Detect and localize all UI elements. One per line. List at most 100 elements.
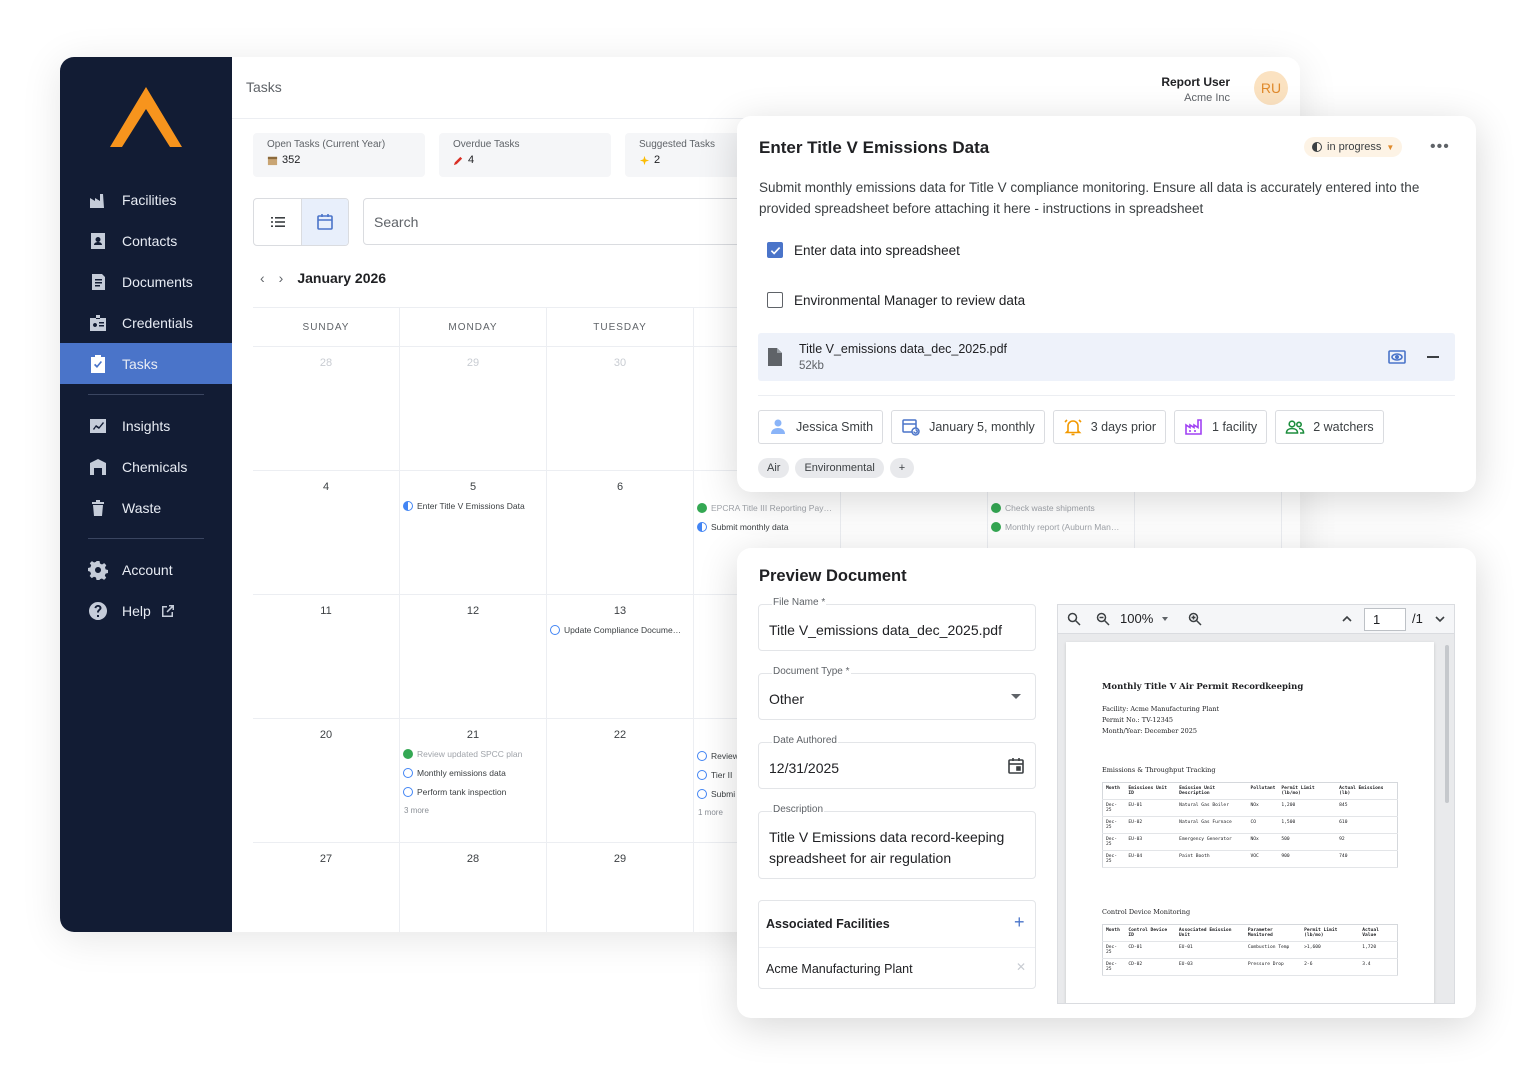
- sidebar-item-account[interactable]: Account: [60, 549, 232, 590]
- facility-chip[interactable]: 1 facility: [1174, 410, 1268, 444]
- sidebar-item-contacts[interactable]: Contacts: [60, 220, 232, 261]
- calendar-event[interactable]: Enter Title V Emissions Data: [403, 501, 546, 511]
- add-facility-icon[interactable]: +: [1014, 912, 1025, 933]
- calendar-day-cell[interactable]: 27: [253, 843, 400, 932]
- pdf-toolbar: 100% 1 /1: [1058, 605, 1454, 634]
- stats-bar: Open Tasks (Current Year) 352 Overdue Ta…: [253, 133, 797, 177]
- calendar-day-cell[interactable]: 29: [400, 347, 547, 470]
- date-authored-input[interactable]: 12/31/2025: [769, 758, 1024, 779]
- calendar-day-cell[interactable]: 28: [253, 347, 400, 470]
- tag-environmental[interactable]: Environmental: [795, 458, 884, 478]
- checkbox-unchecked[interactable]: [767, 292, 783, 308]
- date-authored-field[interactable]: Date Authored 12/31/2025: [758, 735, 1036, 789]
- zoom-in-icon[interactable]: [1188, 612, 1202, 626]
- checklist-item[interactable]: Enter data into spreadsheet: [767, 242, 960, 258]
- avatar[interactable]: RU: [1254, 71, 1288, 105]
- assignee-chip[interactable]: Jessica Smith: [758, 410, 884, 444]
- task-status-icon: [697, 503, 707, 513]
- calendar-event[interactable]: Monthly report (Auburn Man…: [991, 522, 1134, 532]
- sidebar-item-credentials[interactable]: Credentials: [60, 302, 232, 343]
- sidebar-item-waste[interactable]: Waste: [60, 487, 232, 528]
- checkbox-checked[interactable]: [767, 242, 783, 258]
- calendar-day-cell[interactable]: 5 Enter Title V Emissions Data: [400, 471, 547, 594]
- chevron-right-icon[interactable]: ›: [279, 270, 284, 286]
- chevron-down-icon[interactable]: [1433, 612, 1447, 626]
- user-org: Acme Inc: [1184, 92, 1230, 104]
- field-label: Document Type *: [772, 666, 851, 677]
- calendar-event[interactable]: EPCRA Title III Reporting Pay…: [697, 503, 840, 513]
- due-date-chip[interactable]: January 5, monthly: [891, 410, 1045, 444]
- calendar-day-cell[interactable]: 4: [253, 471, 400, 594]
- calendar-day-cell[interactable]: 6: [547, 471, 694, 594]
- sidebar-item-chemicals[interactable]: Chemicals: [60, 446, 232, 487]
- table-cell: 845: [1336, 799, 1398, 817]
- sidebar-item-facilities[interactable]: Facilities: [60, 179, 232, 220]
- calendar-day-cell[interactable]: 28: [400, 843, 547, 932]
- calendar-icon[interactable]: [1007, 757, 1025, 775]
- chevron-left-icon[interactable]: ‹: [260, 270, 265, 286]
- sparkle-icon: [639, 155, 650, 165]
- calendar-day-cell[interactable]: 30: [547, 347, 694, 470]
- calendar-view-button[interactable]: [301, 199, 348, 245]
- calendar-event[interactable]: Review updated SPCC plan: [403, 749, 546, 759]
- tag-air[interactable]: Air: [758, 458, 790, 478]
- description-field[interactable]: Description Title V Emissions data recor…: [758, 804, 1036, 879]
- list-view-button[interactable]: [254, 199, 301, 245]
- sidebar-item-tasks[interactable]: Tasks: [60, 343, 232, 384]
- reminder-chip[interactable]: 3 days prior: [1052, 410, 1167, 444]
- task-title: Enter Title V Emissions Data: [759, 138, 990, 157]
- event-label: Check waste shipments: [1005, 503, 1095, 513]
- sidebar-item-documents[interactable]: Documents: [60, 261, 232, 302]
- stat-open-tasks[interactable]: Open Tasks (Current Year) 352: [253, 133, 425, 177]
- page-number-input[interactable]: 1: [1364, 608, 1406, 631]
- calendar-day-cell[interactable]: 29: [547, 843, 694, 932]
- remove-facility-icon[interactable]: ✕: [1016, 960, 1026, 974]
- weekday-label: TUESDAY: [547, 308, 694, 346]
- sidebar-item-insights[interactable]: Insights: [60, 405, 232, 446]
- calendar-day-cell[interactable]: 21 Review updated SPCC plan Monthly emissi…: [400, 719, 547, 842]
- chevron-up-icon[interactable]: [1340, 612, 1354, 626]
- zoom-dropdown-icon[interactable]: [1162, 617, 1168, 621]
- recurring-calendar-icon: [902, 419, 920, 436]
- list-icon: [270, 217, 285, 227]
- status-dropdown[interactable]: in progress ▼: [1304, 137, 1403, 157]
- preview-eye-icon[interactable]: [1387, 347, 1407, 367]
- calendar-event[interactable]: Submit monthly data: [697, 522, 840, 532]
- scrollbar[interactable]: [1445, 645, 1449, 803]
- table-cell: EU-02: [1125, 816, 1177, 834]
- document-type-select[interactable]: Document Type * Other: [758, 666, 1036, 720]
- calendar-event[interactable]: Monthly emissions data: [403, 768, 546, 778]
- table-row: Dec-25 EU-01 Natural Gas Boiler NOx 1,200 845: [1102, 799, 1398, 817]
- table-header-cell: Pollutant: [1247, 782, 1279, 800]
- add-tag-button[interactable]: +: [889, 458, 915, 478]
- pdf-viewer: 100% 1 /1 Monthly Title V Air Permit Rec…: [1057, 604, 1455, 1004]
- calendar-event[interactable]: Check waste shipments: [991, 503, 1134, 513]
- calendar-event[interactable]: Update Compliance Docume…: [550, 625, 693, 635]
- calendar-event[interactable]: Perform tank inspection: [403, 787, 546, 797]
- search-icon[interactable]: [1067, 612, 1081, 626]
- description-textarea[interactable]: Title V Emissions data record-keeping sp…: [769, 827, 1024, 869]
- remove-attachment-icon[interactable]: [1427, 356, 1439, 358]
- more-events-link[interactable]: 3 more: [404, 806, 546, 815]
- table-header-cell: Emissions Unit ID: [1125, 782, 1177, 800]
- sidebar-item-help[interactable]: Help: [60, 590, 232, 631]
- calendar-day-cell[interactable]: 13 Update Compliance Docume…: [547, 595, 694, 718]
- zoom-out-icon[interactable]: [1096, 612, 1110, 626]
- watchers-chip[interactable]: 2 watchers: [1275, 410, 1384, 444]
- zoom-level[interactable]: 100%: [1120, 611, 1153, 626]
- calendar-day-cell[interactable]: 12: [400, 595, 547, 718]
- file-name-field[interactable]: File Name * Title V_emissions data_dec_2…: [758, 597, 1036, 651]
- checklist-item[interactable]: Environmental Manager to review data: [767, 292, 1025, 308]
- calendar-day-cell[interactable]: 20: [253, 719, 400, 842]
- more-options-icon[interactable]: •••: [1430, 138, 1450, 156]
- file-name-input[interactable]: Title V_emissions data_dec_2025.pdf: [769, 620, 1024, 641]
- calendar-day-cell[interactable]: 11: [253, 595, 400, 718]
- task-status-icon: [697, 789, 707, 799]
- table-cell: 92: [1336, 833, 1398, 851]
- attachment-row[interactable]: Title V_emissions data_dec_2025.pdf 52kb: [758, 333, 1455, 381]
- user-info[interactable]: Report User Acme Inc: [1161, 75, 1230, 104]
- stat-overdue-tasks[interactable]: Overdue Tasks 4: [439, 133, 611, 177]
- search-input[interactable]: Search: [363, 198, 783, 245]
- preview-title: Preview Document: [759, 567, 907, 585]
- calendar-day-cell[interactable]: 22: [547, 719, 694, 842]
